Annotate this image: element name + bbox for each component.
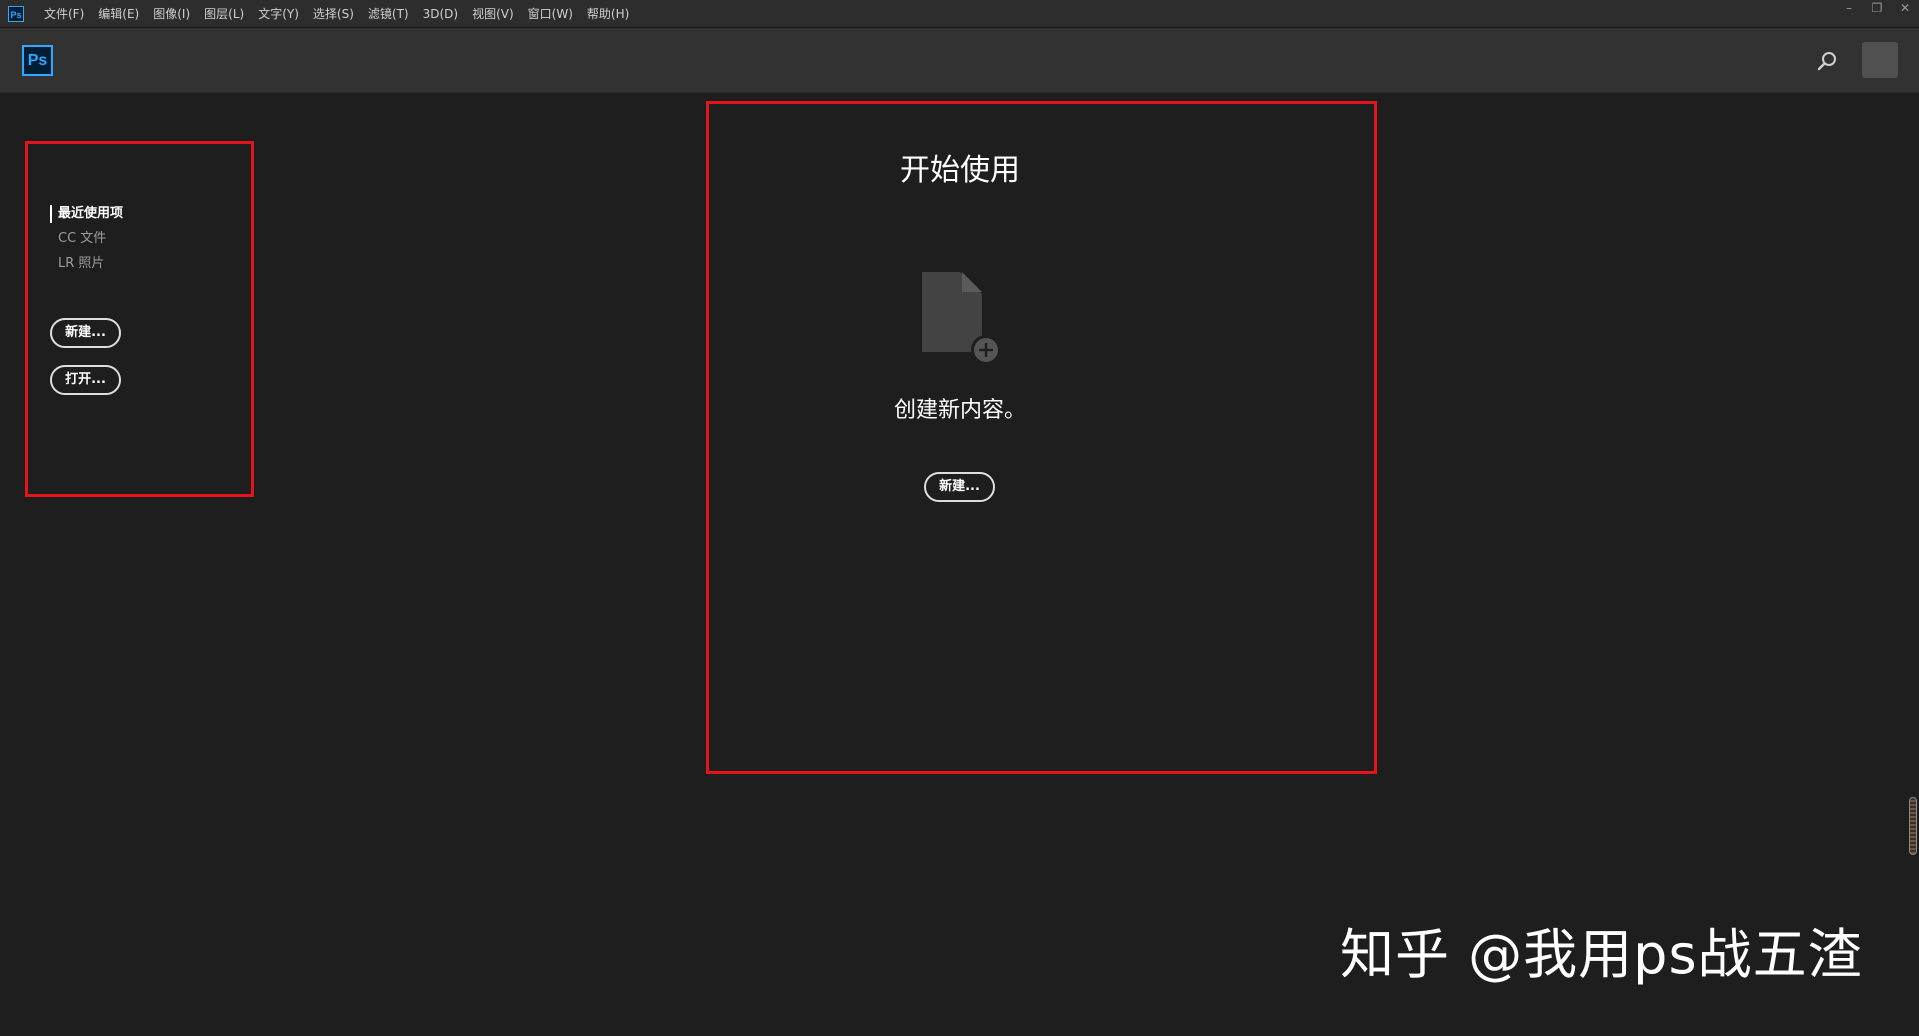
home-header: Ps	[0, 28, 1919, 93]
main-highlight-box	[706, 101, 1377, 774]
menu-edit[interactable]: 编辑(E)	[98, 5, 139, 22]
sidebar-item-cc-files[interactable]: CC 文件	[50, 230, 123, 255]
menu-bar: Ps 文件(F) 编辑(E) 图像(I) 图层(L) 文字(Y) 选择(S) 滤…	[0, 0, 1919, 28]
sidebar-nav: 最近使用项 CC 文件 LR 照片	[50, 205, 123, 280]
page-title: 开始使用	[900, 153, 1020, 188]
main-new-button[interactable]: 新建...	[924, 472, 995, 502]
close-button[interactable]: ✕	[1891, 0, 1919, 18]
sidebar-open-button[interactable]: 打开...	[50, 365, 121, 395]
minimize-button[interactable]: –	[1835, 0, 1863, 18]
menu-filter[interactable]: 滤镜(T)	[368, 5, 409, 22]
menu-view[interactable]: 视图(V)	[472, 5, 514, 22]
scroll-handle[interactable]	[1909, 797, 1917, 855]
menu-help[interactable]: 帮助(H)	[587, 5, 629, 22]
menu-image[interactable]: 图像(I)	[153, 5, 190, 22]
avatar[interactable]	[1862, 42, 1898, 78]
menu-window[interactable]: 窗口(W)	[528, 5, 573, 22]
sidebar-item-recent[interactable]: 最近使用项	[50, 205, 123, 230]
menu-file[interactable]: 文件(F)	[44, 5, 84, 22]
photoshop-home-screen: Ps 文件(F) 编辑(E) 图像(I) 图层(L) 文字(Y) 选择(S) 滤…	[0, 0, 1919, 1036]
watermark-text: 知乎 @我用ps战五渣	[1340, 923, 1863, 986]
menu-select[interactable]: 选择(S)	[313, 5, 354, 22]
create-new-message: 创建新内容。	[893, 398, 1026, 423]
new-document-icon	[922, 272, 1001, 365]
window-controls: – ❐ ✕	[1835, 0, 1919, 18]
sidebar-new-button[interactable]: 新建...	[50, 318, 121, 348]
restore-button[interactable]: ❐	[1863, 0, 1891, 18]
menu-type[interactable]: 文字(Y)	[258, 5, 299, 22]
menu-3d[interactable]: 3D(D)	[423, 7, 458, 21]
sidebar-item-lr-photos[interactable]: LR 照片	[50, 255, 123, 280]
ps-logo[interactable]: Ps	[22, 45, 53, 76]
search-icon[interactable]	[1815, 49, 1839, 73]
photoshop-app-icon[interactable]: Ps	[8, 5, 24, 22]
menu-layer[interactable]: 图层(L)	[204, 5, 244, 22]
